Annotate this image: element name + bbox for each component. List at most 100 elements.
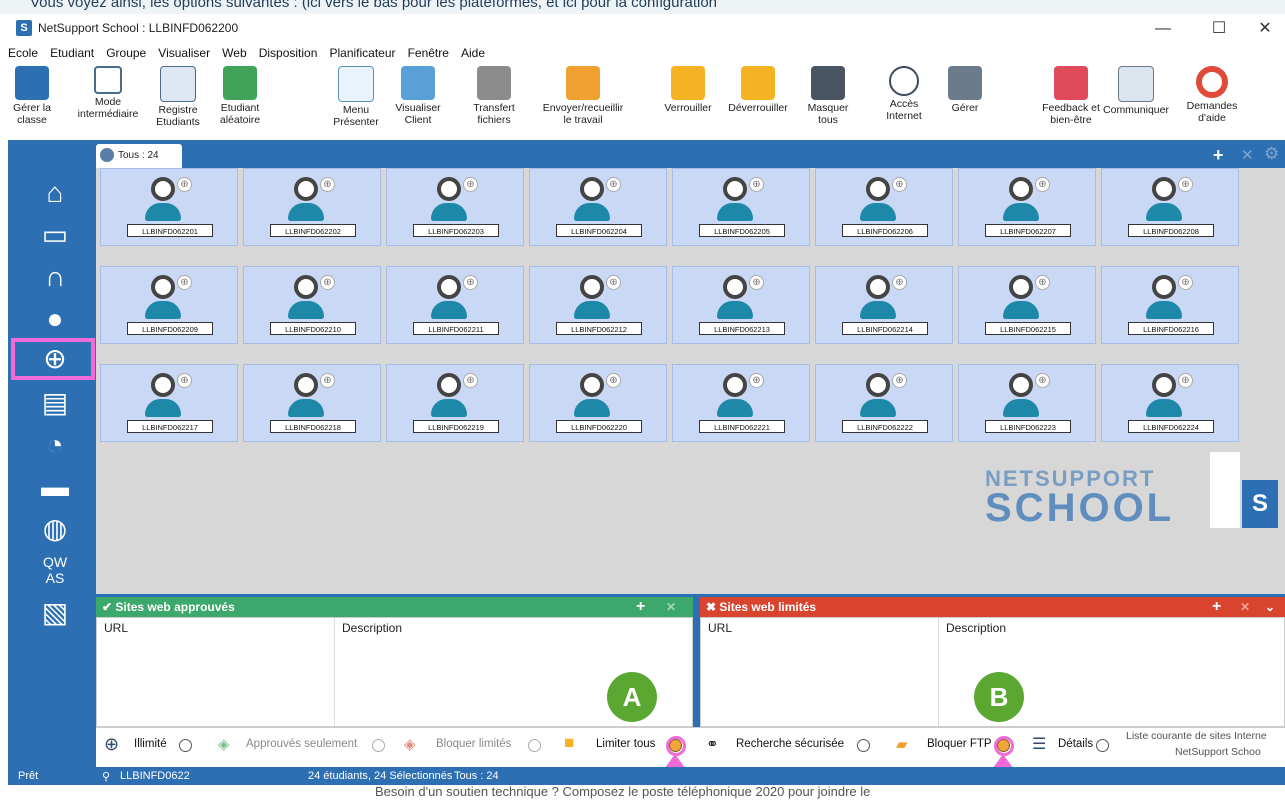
toolbar-manage-class[interactable]: Gérer la classe <box>12 66 52 126</box>
student-tile[interactable]: ⊕ LLBINFD062217 <box>100 364 238 442</box>
safe-search-radio[interactable] <box>857 739 870 752</box>
menu-planificateur[interactable]: Planificateur <box>329 46 395 60</box>
student-tile[interactable]: ⊕ LLBINFD062212 <box>529 266 667 344</box>
limited-sites-header: ✖ Sites web limités + ✕ ⌄ <box>700 597 1285 617</box>
student-face <box>584 279 600 295</box>
student-body <box>431 301 467 319</box>
tab-all-label: Tous : 24 <box>118 150 159 161</box>
add-approved-icon[interactable]: + <box>636 597 645 617</box>
menu-disposition[interactable]: Disposition <box>259 46 318 60</box>
add-limited-icon[interactable]: + <box>1212 597 1221 617</box>
approved-only-radio[interactable] <box>372 739 385 752</box>
menu-ecole[interactable]: Ecole <box>8 46 38 60</box>
menu-groupe[interactable]: Groupe <box>106 46 146 60</box>
home-icon[interactable]: ⌂ <box>38 176 72 210</box>
toolbar-student-register[interactable]: Registre Etudiants <box>150 66 206 128</box>
whiteboard-icon[interactable]: ▧ <box>38 596 72 630</box>
student-tile[interactable]: ⊕ LLBINFD062211 <box>386 266 524 344</box>
layout-icon[interactable]: ▤ <box>38 386 72 420</box>
student-tile[interactable]: ⊕ LLBINFD062203 <box>386 168 524 246</box>
toolbar-hide-all[interactable]: Masquer tous <box>800 66 856 126</box>
student-tile[interactable]: ⊕ LLBINFD062221 <box>672 364 810 442</box>
block-limited-radio[interactable] <box>528 739 541 752</box>
close-tab-icon[interactable]: ✕ <box>1241 146 1254 164</box>
head-icon[interactable]: ● <box>38 302 72 336</box>
student-tile[interactable]: ⊕ LLBINFD062214 <box>815 266 953 344</box>
audit-icon[interactable]: ◍ <box>38 512 72 546</box>
student-tile[interactable]: ⊕ LLBINFD062201 <box>100 168 238 246</box>
close-button[interactable]: ✕ <box>1242 14 1285 44</box>
toolbar-file-transfer[interactable]: Transfert fichiers <box>466 66 522 126</box>
student-tile[interactable]: ⊕ LLBINFD062216 <box>1101 266 1239 344</box>
menu-etudiant[interactable]: Etudiant <box>50 46 94 60</box>
student-tile[interactable]: ⊕ LLBINFD062207 <box>958 168 1096 246</box>
menu-web[interactable]: Web <box>222 46 246 60</box>
student-tile[interactable]: ⊕ LLBINFD062222 <box>815 364 953 442</box>
toolbar-send-collect-work[interactable]: Envoyer/recueillir le travail <box>528 66 638 126</box>
toolbar-intermediate-mode[interactable]: Mode intermédiaire <box>70 66 146 120</box>
student-tile[interactable]: ⊕ LLBINFD062205 <box>672 168 810 246</box>
student-tile[interactable]: ⊕ LLBINFD062206 <box>815 168 953 246</box>
view-client-icon <box>401 66 435 100</box>
student-tile[interactable]: ⊕ LLBINFD062219 <box>386 364 524 442</box>
student-body <box>1146 301 1182 319</box>
student-tile[interactable]: ⊕ LLBINFD062213 <box>672 266 810 344</box>
student-tile[interactable]: ⊕ LLBINFD062223 <box>958 364 1096 442</box>
keyboard-icon[interactable]: QW AS <box>38 554 72 588</box>
current-list-line1: Liste courante de sites Interne <box>1126 730 1267 742</box>
web-limited-badge-icon: ⊕ <box>320 177 335 192</box>
toolbar-help-requests[interactable]: Demandes d'aide <box>1180 66 1244 124</box>
limited-desc-col[interactable]: Description <box>946 621 1006 635</box>
student-tile[interactable]: ⊕ LLBINFD062209 <box>100 266 238 344</box>
sidebar: ⌂ ▭ ∩ ● ⊕ ▤ ◔ ▬ ◍ QW AS ▧ <box>8 168 96 768</box>
student-body <box>860 301 896 319</box>
unlimited-label: Illimité <box>134 738 167 750</box>
toolbar-communicate[interactable]: Communiquer <box>1100 66 1172 116</box>
printer-icon[interactable]: ▬ <box>38 470 72 504</box>
web-limited-badge-icon: ⊕ <box>749 177 764 192</box>
toolbar-feedback[interactable]: Feedback et bien-être <box>1036 66 1106 126</box>
app-icon: S <box>16 20 32 36</box>
limited-url-col[interactable]: URL <box>708 621 732 635</box>
toolbar-unlock[interactable]: Déverrouiller <box>722 66 794 114</box>
student-tile[interactable]: ⊕ LLBINFD062204 <box>529 168 667 246</box>
toolbar-lock[interactable]: Verrouiller <box>656 66 720 114</box>
chevron-down-icon[interactable]: ⌄ <box>1265 597 1275 617</box>
pie-chart-icon[interactable]: ◔ <box>38 428 72 462</box>
student-tile[interactable]: ⊕ LLBINFD062208 <box>1101 168 1239 246</box>
maximize-button[interactable]: ☐ <box>1196 14 1242 44</box>
student-tile[interactable]: ⊕ LLBINFD062215 <box>958 266 1096 344</box>
toolbar-present-menu[interactable]: Menu Présenter <box>328 66 384 128</box>
toolbar-label: Visualiser Client <box>395 102 441 126</box>
toolbar-manage[interactable]: Gérer <box>940 66 990 114</box>
menu-fenetre[interactable]: Fenêtre <box>408 46 449 60</box>
student-face <box>298 377 314 393</box>
toolbar-label: Registre Etudiants <box>156 104 200 128</box>
add-tab-icon[interactable]: + <box>1213 145 1224 166</box>
menu-visualiser[interactable]: Visualiser <box>158 46 210 60</box>
unlimited-radio[interactable] <box>179 739 192 752</box>
current-list-line2: NetSupport Schoo <box>1175 746 1261 758</box>
remove-limited-icon[interactable]: ✕ <box>1240 597 1250 617</box>
student-face <box>870 181 886 197</box>
highlight-block-ftp <box>994 736 1014 756</box>
student-tile[interactable]: ⊕ LLBINFD062218 <box>243 364 381 442</box>
student-name: LLBINFD062206 <box>842 224 928 237</box>
student-tile[interactable]: ⊕ LLBINFD062202 <box>243 168 381 246</box>
student-tile[interactable]: ⊕ LLBINFD062220 <box>529 364 667 442</box>
minimize-button[interactable]: — <box>1140 14 1186 44</box>
toolbar-random-student[interactable]: Etudiant aléatoire <box>210 66 270 126</box>
toolbar-internet-access[interactable]: Accès Internet <box>876 66 932 122</box>
toolbar-view-client[interactable]: Visualiser Client <box>388 66 448 126</box>
approved-desc-col[interactable]: Description <box>342 621 402 635</box>
headphones-icon[interactable]: ∩ <box>38 260 72 294</box>
student-tile[interactable]: ⊕ LLBINFD062224 <box>1101 364 1239 442</box>
student-tile[interactable]: ⊕ LLBINFD062210 <box>243 266 381 344</box>
remove-approved-icon[interactable]: ✕ <box>666 597 676 617</box>
approved-url-col[interactable]: URL <box>104 621 128 635</box>
monitor-icon[interactable]: ▭ <box>38 218 72 252</box>
gear-icon[interactable]: ⚙ <box>1264 144 1279 164</box>
details-radio[interactable] <box>1096 739 1109 752</box>
student-face <box>727 377 743 393</box>
menu-aide[interactable]: Aide <box>461 46 485 60</box>
